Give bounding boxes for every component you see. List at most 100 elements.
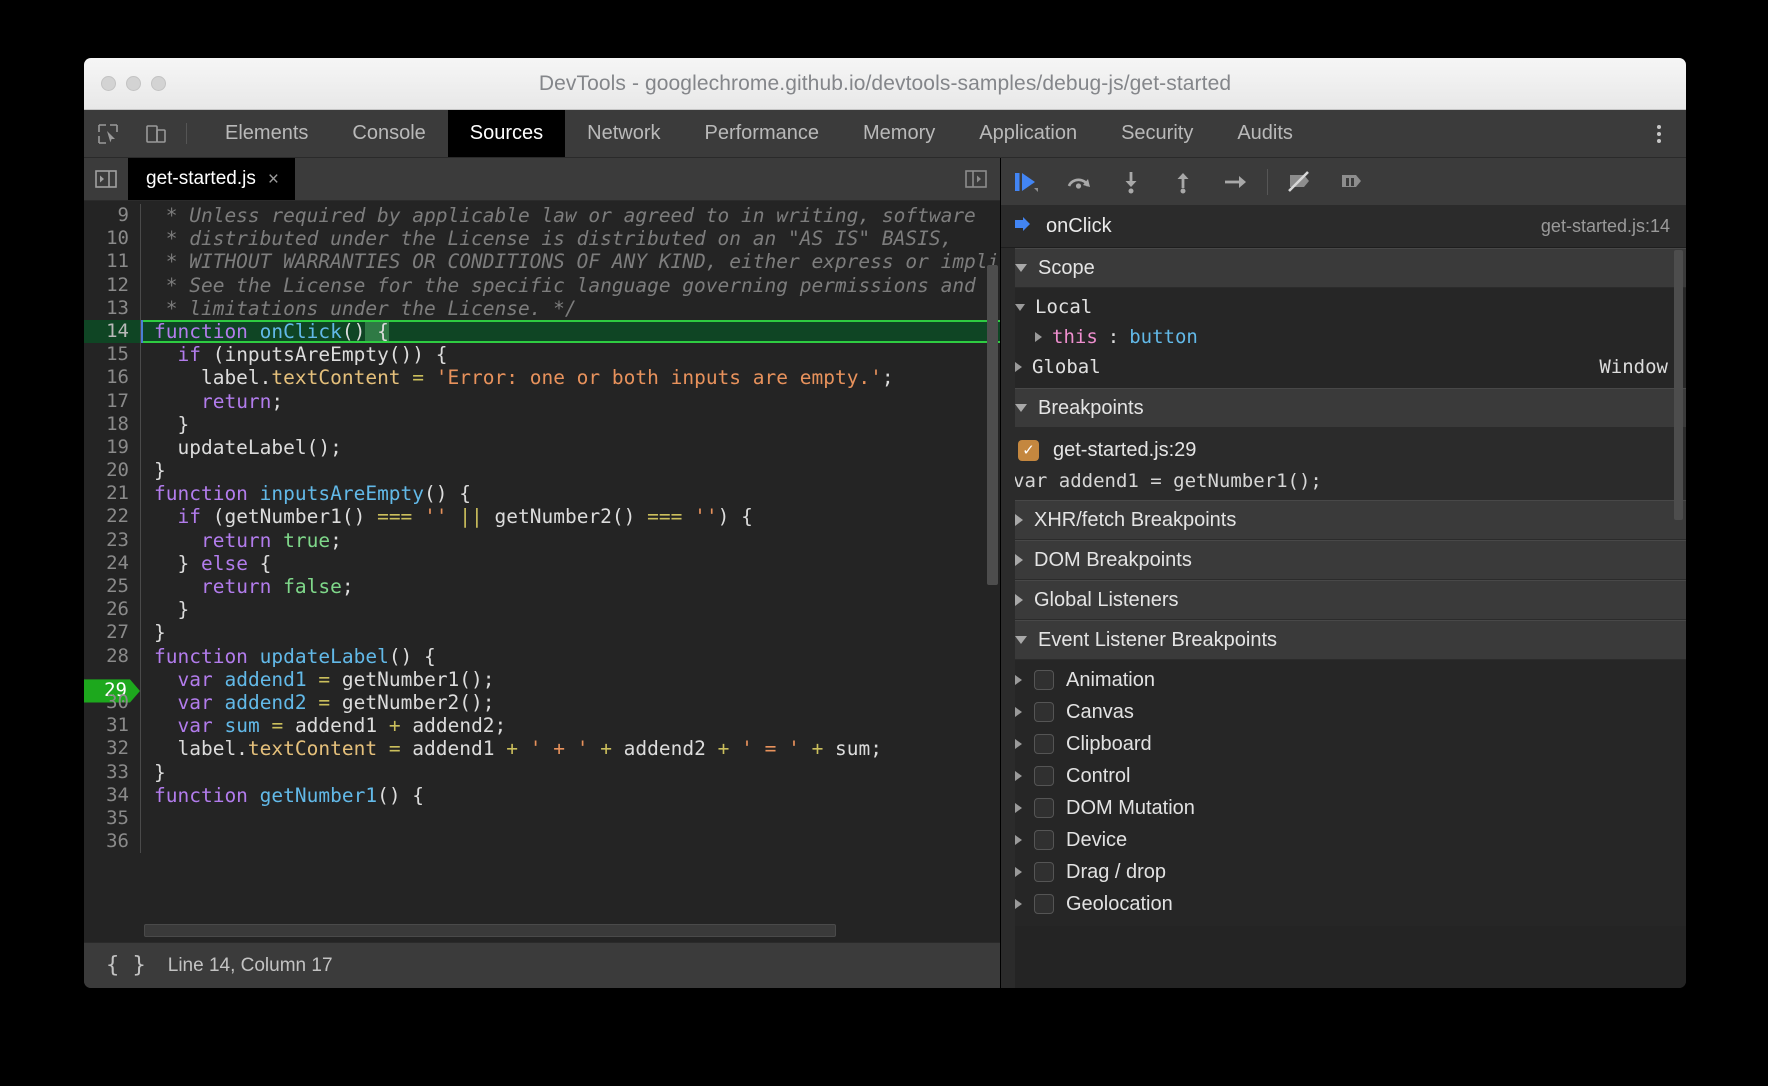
event-listener-breakpoint-row[interactable]: Geolocation [1001, 888, 1686, 920]
line-number-gutter[interactable]: 19 [84, 436, 140, 459]
event-listener-checkbox[interactable] [1034, 862, 1054, 882]
event-listener-breakpoint-row[interactable]: Control [1001, 760, 1686, 792]
line-number-gutter[interactable]: 10 [84, 227, 140, 250]
chevron-right-icon[interactable] [1015, 899, 1022, 909]
event-listener-breakpoint-row[interactable]: Canvas [1001, 696, 1686, 728]
code-line[interactable]: 12 * See the License for the specific la… [84, 274, 1000, 297]
event-listener-breakpoint-row[interactable]: Clipboard [1001, 728, 1686, 760]
line-number-gutter[interactable]: 27 [84, 621, 140, 644]
code-text[interactable]: } [141, 621, 1000, 644]
code-line[interactable]: 17 return; [84, 390, 1000, 413]
code-line[interactable]: 28function updateLabel() { [84, 645, 1000, 668]
line-number-gutter[interactable]: 35 [84, 807, 140, 830]
event-listener-breakpoint-row[interactable]: DOM Mutation [1001, 792, 1686, 824]
code-line[interactable]: 25 return false; [84, 575, 1000, 598]
code-text[interactable]: return false; [141, 575, 1000, 598]
tab-memory[interactable]: Memory [841, 110, 957, 157]
code-text[interactable]: var sum = addend1 + addend2; [141, 714, 1000, 737]
code-text[interactable]: * distributed under the License is distr… [141, 227, 1000, 250]
code-line[interactable]: 15 if (inputsAreEmpty()) { [84, 343, 1000, 366]
line-number-gutter[interactable]: 18 [84, 413, 140, 436]
chevron-right-icon[interactable] [1015, 803, 1022, 813]
event-listener-checkbox[interactable] [1034, 894, 1054, 914]
inspect-cursor-icon[interactable] [84, 110, 132, 157]
chevron-right-icon[interactable] [1035, 332, 1042, 342]
event-listener-breakpoint-row[interactable]: Device [1001, 824, 1686, 856]
code-line[interactable]: 14function onClick() { [84, 320, 1000, 343]
code-line[interactable]: 13 * limitations under the License. */ [84, 297, 1000, 320]
pause-on-exceptions-icon[interactable] [1326, 169, 1378, 195]
event-listener-checkbox[interactable] [1034, 734, 1054, 754]
scope-group-local[interactable]: Local [1001, 292, 1686, 322]
deactivate-breakpoints-icon[interactable] [1274, 169, 1326, 195]
code-text[interactable]: if (getNumber1() === '' || getNumber2() … [141, 505, 1000, 528]
event-listener-checkbox[interactable] [1034, 766, 1054, 786]
line-number-gutter[interactable]: 21 [84, 482, 140, 505]
line-number-gutter[interactable]: 17 [84, 390, 140, 413]
line-number-gutter[interactable]: 33 [84, 761, 140, 784]
section-header-breakpoints[interactable]: Breakpoints [1001, 388, 1686, 428]
code-line[interactable]: 22 if (getNumber1() === '' || getNumber2… [84, 505, 1000, 528]
code-text[interactable]: label.textContent = addend1 + ' + ' + ad… [141, 737, 1000, 760]
code-line[interactable]: 29 var addend1 = getNumber1(); [84, 668, 1000, 691]
line-number-gutter[interactable]: 28 [84, 645, 140, 668]
line-number-gutter[interactable]: 30 [84, 691, 140, 714]
code-line[interactable]: 24 } else { [84, 552, 1000, 575]
tab-console[interactable]: Console [330, 110, 447, 157]
step-icon[interactable] [1209, 169, 1261, 195]
tab-audits[interactable]: Audits [1215, 110, 1315, 157]
event-listener-checkbox[interactable] [1034, 830, 1054, 850]
code-line[interactable]: 32 label.textContent = addend1 + ' + ' +… [84, 737, 1000, 760]
line-number-gutter[interactable]: 32 [84, 737, 140, 760]
event-listener-checkbox[interactable] [1034, 670, 1054, 690]
code-text[interactable]: * WITHOUT WARRANTIES OR CONDITIONS OF AN… [141, 250, 1000, 273]
chevron-right-icon[interactable] [1015, 771, 1022, 781]
more-options-kebab-icon[interactable] [1632, 110, 1686, 157]
pane-resize-handle[interactable] [1001, 248, 1015, 988]
line-number-gutter[interactable]: 24 [84, 552, 140, 575]
code-line[interactable]: 27} [84, 621, 1000, 644]
code-line[interactable]: 30 var addend2 = getNumber2(); [84, 691, 1000, 714]
debugger-sidebar-scroll[interactable]: Scope Local this: button G [1001, 248, 1686, 988]
code-lines[interactable]: 9 * Unless required by applicable law or… [84, 201, 1000, 853]
section-header-xhr-fetch-breakpoints[interactable]: XHR/fetch Breakpoints [1001, 500, 1686, 540]
code-line[interactable]: 21function inputsAreEmpty() { [84, 482, 1000, 505]
code-line[interactable]: 31 var sum = addend1 + addend2; [84, 714, 1000, 737]
code-text[interactable]: } [141, 413, 1000, 436]
step-into-next-function-call-icon[interactable] [1105, 169, 1157, 195]
tab-application[interactable]: Application [957, 110, 1099, 157]
scope-row-this[interactable]: this: button [1001, 322, 1686, 352]
section-header-scope[interactable]: Scope [1001, 248, 1686, 288]
line-number-gutter[interactable]: 20 [84, 459, 140, 482]
code-text[interactable]: updateLabel(); [141, 436, 1000, 459]
code-text[interactable]: var addend1 = getNumber1(); [141, 668, 1000, 691]
section-header-dom-breakpoints[interactable]: DOM Breakpoints [1001, 540, 1686, 580]
code-text[interactable]: var addend2 = getNumber2(); [141, 691, 1000, 714]
editor-horizontal-scroll-thumb[interactable] [144, 924, 836, 937]
breakpoint-list-item[interactable]: ✓ get-started.js:29 var addend1 = getNum… [1001, 428, 1686, 500]
line-number-gutter[interactable]: 9 [84, 204, 140, 227]
line-number-gutter[interactable]: 13 [84, 297, 140, 320]
resume-script-execution-icon[interactable] [1001, 169, 1053, 195]
tab-elements[interactable]: Elements [203, 110, 330, 157]
code-text[interactable]: * limitations under the License. */ [141, 297, 1000, 320]
line-number-gutter[interactable]: 36 [84, 830, 140, 853]
code-line[interactable]: 34function getNumber1() { [84, 784, 1000, 807]
line-number-gutter[interactable]: 25 [84, 575, 140, 598]
event-listener-breakpoint-row[interactable]: Animation [1001, 664, 1686, 696]
code-editor[interactable]: 9 * Unless required by applicable law or… [84, 201, 1000, 942]
chevron-right-icon[interactable] [1015, 675, 1022, 685]
code-text[interactable]: function getNumber1() { [141, 784, 1000, 807]
show-debugger-icon[interactable] [952, 158, 1000, 200]
code-line[interactable]: 11 * WITHOUT WARRANTIES OR CONDITIONS OF… [84, 250, 1000, 273]
breakpoint-enabled-checkbox[interactable]: ✓ [1018, 440, 1039, 461]
code-text[interactable]: } [141, 598, 1000, 621]
code-text[interactable]: if (inputsAreEmpty()) { [141, 343, 1000, 366]
chevron-right-icon[interactable] [1015, 707, 1022, 717]
zoom-window-button[interactable] [151, 76, 166, 91]
scope-property-value[interactable]: button [1129, 326, 1198, 348]
code-line[interactable]: 10 * distributed under the License is di… [84, 227, 1000, 250]
close-icon[interactable]: × [268, 170, 279, 189]
line-number-gutter[interactable]: 34 [84, 784, 140, 807]
line-number-gutter[interactable]: 14 [84, 320, 140, 343]
